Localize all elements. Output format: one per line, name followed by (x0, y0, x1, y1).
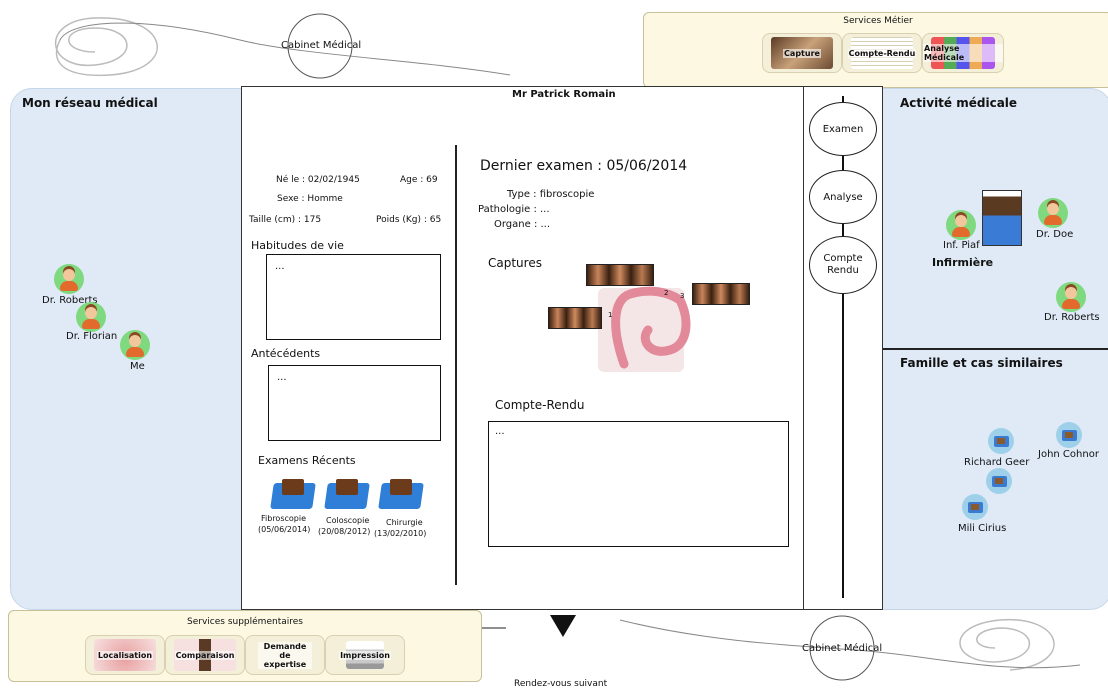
folder-icon-chirurgie[interactable] (378, 477, 424, 509)
folder-icon-similar-case[interactable] (986, 468, 1012, 494)
services-metier-title: Services Métier (843, 16, 913, 26)
exam-name-coloscopie: Coloscopie (326, 516, 370, 525)
folder-icon-coloscopie[interactable] (324, 477, 370, 509)
exam-name-fibroscopie: Fibroscopie (261, 514, 307, 523)
exam-type: Type : fibroscopie (507, 189, 595, 200)
compte-rendu-button[interactable]: Compte-Rendu (842, 33, 922, 73)
activity-title: Activité médicale (900, 96, 1018, 110)
person-name-mili-cirius[interactable]: Mili Cirius (958, 523, 1006, 534)
exam-date-coloscopie: (20/08/2012) (318, 527, 371, 536)
compte-rendu-button-label: Compte-Rendu (847, 48, 917, 58)
person-icon-dr-doe[interactable] (1038, 198, 1068, 228)
impression-button[interactable]: Impression (325, 635, 405, 675)
exam-organe: Organe : ... (494, 219, 551, 230)
habits-field[interactable]: ... (266, 254, 441, 340)
capture-thumbnail-3[interactable] (692, 283, 750, 305)
comparaison-button[interactable]: Comparaison (165, 635, 245, 675)
nav-examen[interactable]: Examen (809, 102, 877, 156)
person-name-me[interactable]: Me (130, 361, 145, 372)
center-divider (455, 145, 457, 585)
person-name-inf-piaf[interactable]: Inf. Piaf (943, 240, 980, 251)
cabinet-label-top[interactable]: Cabinet Médical (281, 40, 361, 51)
services-supp-title: Services supplémentaires (187, 617, 303, 627)
person-icon-dr-roberts-right[interactable] (1056, 282, 1086, 312)
antecedents-label: Antécédents (251, 347, 321, 360)
capture-thumbnail-1[interactable] (548, 307, 602, 329)
analyse-medicale-button-label: Analyse Médicale (923, 44, 1003, 62)
person-name-john-cohnor[interactable]: John Cohnor (1038, 449, 1099, 460)
capture-button-label: Capture (783, 48, 821, 58)
analyse-medicale-button[interactable]: Analyse Médicale (922, 33, 1004, 73)
right-panel-divider (880, 348, 1108, 350)
services-metier-panel: Services Métier Capture Compte-Rendu Ana… (643, 12, 1108, 88)
exam-pathologie: Pathologie : ... (478, 204, 550, 215)
demande-expertise-button-label: Demande de expertise (258, 641, 312, 669)
person-icon-dr-roberts-left[interactable] (54, 264, 84, 294)
family-title: Famille et cas similaires (900, 356, 1063, 370)
network-title: Mon réseau médical (22, 96, 158, 110)
folder-icon-mili-cirius[interactable] (962, 494, 988, 520)
person-icon-dr-florian[interactable] (76, 302, 106, 332)
last-exam-title: Dernier examen : 05/06/2014 (480, 158, 688, 174)
folder-icon-richard-geer[interactable] (988, 428, 1014, 454)
patient-birthdate: Né le : 02/02/1945 (276, 175, 360, 185)
habits-label: Habitudes de vie (251, 239, 344, 252)
recent-exams-label: Examens Récents (258, 454, 356, 467)
patient-height: Taille (cm) : 175 (249, 215, 322, 225)
report-label: Compte-Rendu (495, 398, 585, 412)
services-supp-panel: Services supplémentaires Localisation Co… (8, 610, 482, 682)
comparaison-button-label: Comparaison (174, 650, 236, 660)
person-name-dr-roberts-right[interactable]: Dr. Roberts (1044, 312, 1100, 323)
antecedents-field[interactable]: ... (268, 365, 441, 441)
patient-weight: Poids (Kg) : 65 (376, 215, 442, 225)
nurse-role-label: Infirmière (932, 256, 994, 269)
localisation-button-label: Localisation (96, 650, 154, 660)
report-field[interactable]: ... (488, 421, 789, 547)
person-icon-me[interactable] (120, 330, 150, 360)
cabinet-label-bottom[interactable]: Cabinet Médical (802, 643, 882, 654)
exam-date-chirurgie: (13/02/2010) (374, 529, 427, 538)
nav-analyse[interactable]: Analyse (809, 170, 877, 224)
localisation-button[interactable]: Localisation (85, 635, 165, 675)
person-name-dr-florian[interactable]: Dr. Florian (66, 331, 117, 342)
exam-date-fibroscopie: (05/06/2014) (258, 525, 311, 534)
demande-expertise-button[interactable]: Demande de expertise (245, 635, 325, 675)
impression-button-label: Impression (339, 650, 391, 660)
patient-sex: Sexe : Homme (277, 194, 343, 204)
capture-button[interactable]: Capture (762, 33, 842, 73)
capture-number-2: 2 (664, 289, 669, 297)
capture-number-1: 1 (608, 311, 613, 319)
colon-illustration (598, 288, 684, 372)
capture-number-3: 3 (680, 292, 685, 300)
nav-compte-rendu[interactable]: Compte Rendu (809, 236, 877, 294)
person-name-dr-doe[interactable]: Dr. Doe (1036, 229, 1073, 240)
patient-age: Age : 69 (400, 175, 438, 185)
capture-thumbnail-2[interactable] (586, 264, 654, 286)
patient-name: Mr Patrick Romain (512, 89, 616, 100)
folder-icon-john-cohnor[interactable] (1056, 422, 1082, 448)
captures-label: Captures (488, 256, 542, 270)
person-name-richard-geer[interactable]: Richard Geer (964, 457, 1029, 468)
exam-name-chirurgie: Chirurgie (386, 518, 423, 527)
nurse-portrait[interactable] (982, 190, 1022, 246)
person-icon-inf-piaf[interactable] (946, 210, 976, 240)
folder-icon-fibroscopie[interactable] (270, 477, 316, 509)
